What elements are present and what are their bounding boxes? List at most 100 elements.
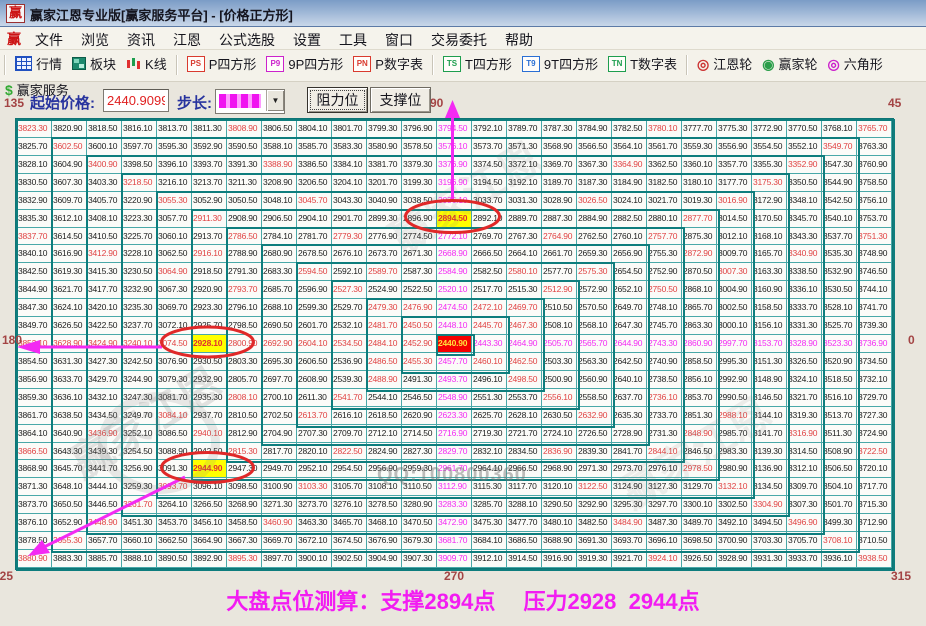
toolbar-button-t-number-table[interactable]: TN T数字表 (608, 54, 677, 76)
matrix-cell: 2496.10 (472, 370, 507, 389)
matrix-cell: 3072.10 (157, 317, 192, 336)
pn-badge-icon: PN (353, 55, 372, 72)
matrix-cell: 3722.50 (857, 442, 892, 461)
matrix-cell: 3218.50 (122, 173, 157, 192)
matrix-cell: 2712.10 (367, 424, 402, 443)
matrix-cell: 3828.10 (17, 155, 52, 174)
menu-item-江恩[interactable]: 江恩 (164, 27, 210, 49)
toolbar-label: P四方形 (208, 57, 257, 72)
matrix-cell: 2844.10 (647, 442, 682, 461)
matrix-cell: 2796.10 (227, 299, 262, 318)
matrix-cell: 3081.70 (157, 388, 192, 407)
matrix-cell: 2731.30 (647, 424, 682, 443)
toolbar-button-gann-wheel[interactable]: ◎ 江恩轮 (697, 54, 752, 76)
matrix-cell: 2484.10 (367, 335, 402, 353)
quote-table-icon (15, 56, 32, 71)
toolbar-button-p-number-table[interactable]: PN P数字表 (353, 54, 423, 76)
matrix-cell: 3420.10 (87, 299, 122, 318)
menu-item-交易委托[interactable]: 交易委托 (422, 27, 496, 49)
toolbar-button-quotes[interactable]: 行情 (15, 54, 62, 76)
matrix-cell: 2858.50 (682, 352, 717, 371)
toolbar-button-kline[interactable]: K线 (126, 54, 167, 76)
angle-label-315: 315 (891, 569, 912, 583)
chevron-down-icon[interactable]: ▼ (266, 90, 284, 111)
matrix-cell: 2683.30 (262, 263, 297, 282)
matrix-cell: 3043.30 (332, 191, 367, 210)
toolbar-button-t-square[interactable]: TS T四方形 (442, 54, 512, 76)
toolbar-button-hexagon[interactable]: ◎ 六角形 (828, 54, 883, 76)
menu-item-浏览[interactable]: 浏览 (72, 27, 118, 49)
toolbar-button-sectors[interactable]: 板块 (72, 54, 116, 76)
toolbar-button-winner-wheel[interactable]: ◉ 赢家轮 (762, 54, 817, 76)
matrix-cell: 3276.10 (332, 496, 367, 515)
matrix-cell: 2707.30 (297, 424, 332, 443)
menu-item-资讯[interactable]: 资讯 (118, 27, 164, 49)
matrix-cell: 3712.90 (857, 514, 892, 533)
matrix-cell: 3820.90 (52, 120, 87, 138)
matrix-cell: 3319.30 (787, 406, 822, 425)
matrix-cell: 2450.50 (402, 317, 437, 336)
matrix-cell: 3304.90 (752, 496, 787, 515)
matrix-cell: 3628.90 (52, 335, 87, 353)
matrix-cell: 2702.50 (262, 406, 297, 425)
matrix-cell: 3492.10 (717, 514, 752, 533)
matrix-cell: 3345.70 (787, 209, 822, 228)
matrix-cell: 3256.90 (122, 460, 157, 479)
matrix-cell: 2896.90 (402, 209, 437, 228)
matrix-cell: 3386.50 (297, 155, 332, 174)
matrix-cell: 3902.50 (332, 550, 367, 568)
matrix-cell: 3132.10 (717, 478, 752, 497)
matrix-cell: 3441.70 (87, 460, 122, 479)
matrix-cell: 2472.10 (472, 299, 507, 318)
menu-item-设置[interactable]: 设置 (284, 27, 330, 49)
menu-item-文件[interactable]: 文件 (26, 27, 72, 49)
matrix-cell: 3876.10 (17, 514, 52, 533)
step-selector[interactable]: ▼ (215, 89, 285, 114)
matrix-cell: 2503.30 (542, 352, 577, 371)
matrix-cell: 2568.10 (577, 317, 612, 336)
matrix-cell: 2935.30 (192, 388, 227, 407)
menu-item-帮助[interactable]: 帮助 (496, 27, 542, 49)
matrix-cell: 3429.70 (87, 370, 122, 389)
matrix-cell: 3662.50 (157, 532, 192, 551)
matrix-cell: 2541.70 (332, 388, 367, 407)
matrix-cell: 2997.70 (717, 335, 752, 353)
matrix-cell: 3784.90 (577, 120, 612, 138)
matrix-cell: 3415.30 (87, 263, 122, 282)
matrix-cell: 3770.50 (787, 120, 822, 138)
start-price-input[interactable] (103, 89, 169, 112)
matrix-cell: 2925.70 (192, 317, 227, 336)
matrix-cell: 2599.30 (297, 299, 332, 318)
matrix-cell: 3878.50 (17, 532, 52, 551)
support-button[interactable]: 支撑位 (370, 87, 431, 113)
matrix-cell: 3098.50 (227, 478, 262, 497)
toolbar-separator (686, 55, 689, 75)
matrix-cell: 3816.10 (122, 120, 157, 138)
matrix-cell: 3588.10 (262, 137, 297, 156)
toolbar-button-9p-square[interactable]: P9 9P四方形 (266, 54, 343, 76)
matrix-cell: 3782.50 (612, 120, 647, 138)
matrix-cell: 3067.30 (157, 281, 192, 300)
matrix-cell: 3283.30 (437, 496, 472, 515)
toolbar-button-p-square[interactable]: PS P四方形 (186, 54, 257, 76)
matrix-cell: 2563.30 (577, 352, 612, 371)
resistance-button[interactable]: 阻力位 (307, 87, 368, 113)
matrix-cell: 3156.10 (752, 317, 787, 336)
matrix-cell: 3408.10 (87, 209, 122, 228)
matrix-cell: 3240.10 (122, 335, 157, 353)
p9-badge-icon: P9 (266, 55, 285, 72)
matrix-cell: 2832.10 (472, 442, 507, 461)
matrix-cell: 2848.90 (682, 424, 717, 443)
menu-item-工具[interactable]: 工具 (330, 27, 376, 49)
matrix-cell: 3837.70 (17, 227, 52, 246)
menu-item-窗口[interactable]: 窗口 (376, 27, 422, 49)
matrix-cell: 3571.30 (507, 137, 542, 156)
menu-item-公式选股[interactable]: 公式选股 (210, 27, 284, 49)
matrix-cell: 2846.50 (682, 442, 717, 461)
matrix-cell: 2474.50 (437, 299, 472, 318)
toolbar-button-9t-square[interactable]: T9 9T四方形 (521, 54, 598, 76)
matrix-cell: 3609.70 (52, 191, 87, 210)
matrix-cell: 2964.10 (472, 460, 507, 479)
matrix-cell: 3912.10 (472, 550, 507, 568)
matrix-cell: 2887.30 (542, 209, 577, 228)
